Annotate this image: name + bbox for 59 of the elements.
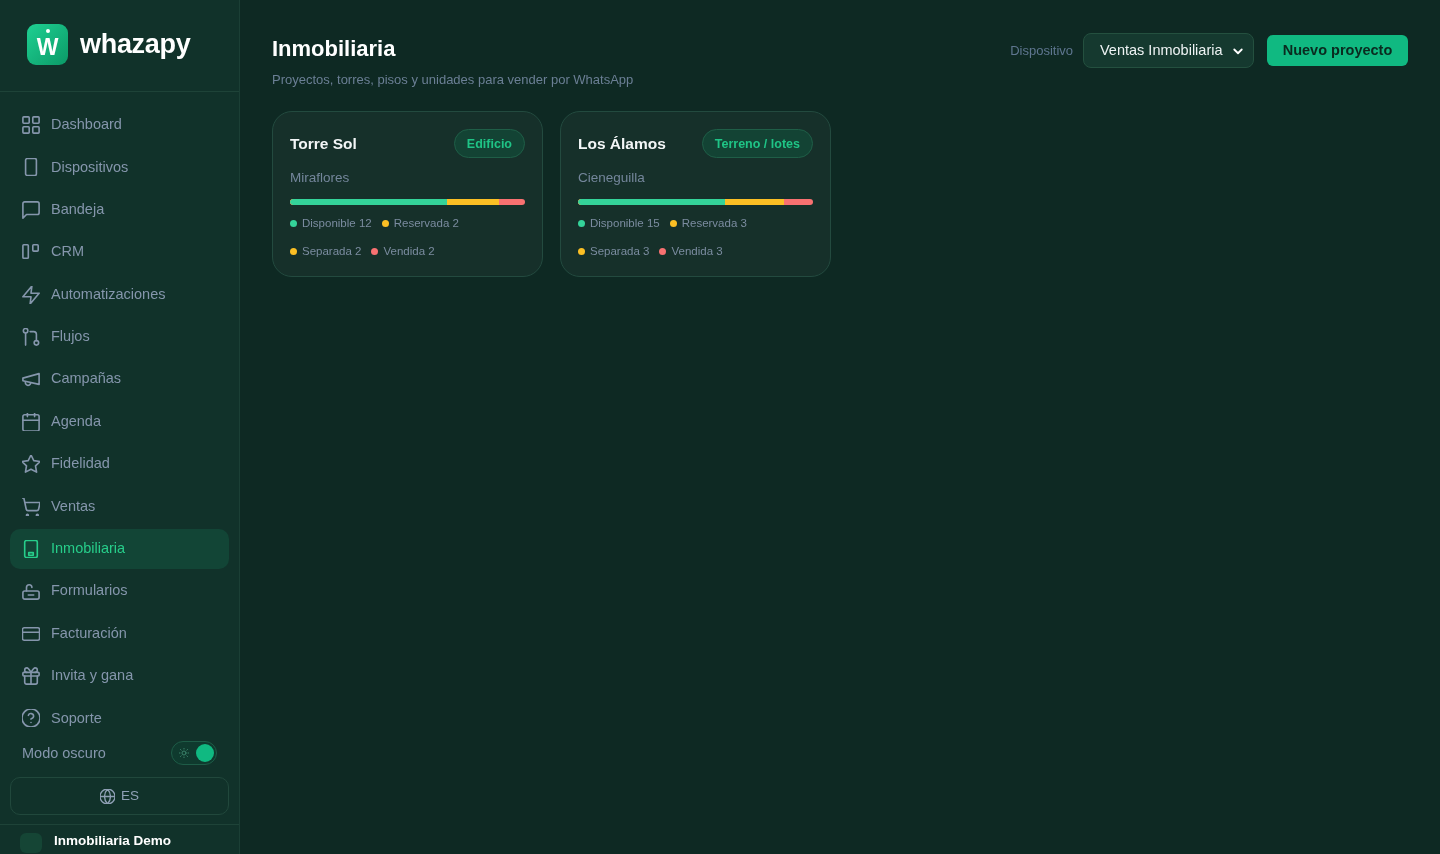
chat-icon xyxy=(22,200,40,219)
project-title: Torre Sol xyxy=(290,134,357,155)
legend-label: Separada 3 xyxy=(590,244,650,260)
sidebar-item[interactable]: Ventas xyxy=(10,486,229,527)
lightning-icon xyxy=(22,285,40,304)
help-icon xyxy=(22,709,40,728)
type-tag: Edificio xyxy=(453,129,525,159)
sidebar-item[interactable]: Dashboard xyxy=(10,105,229,145)
sidebar-item[interactable]: Inmobiliaria xyxy=(10,528,229,569)
legend-label: Separada 2 xyxy=(302,244,362,260)
megaphone-icon xyxy=(22,370,40,389)
sidebar-item[interactable]: Automatizaciones xyxy=(10,274,229,315)
dark-mode-label: Modo oscuro xyxy=(22,744,106,763)
sidebar-item[interactable]: Agenda xyxy=(10,401,229,442)
new-project-button[interactable]: Nuevo proyecto xyxy=(1267,35,1408,66)
sidebar-item[interactable]: Facturación xyxy=(10,613,229,654)
sidebar-item[interactable]: Formularios xyxy=(10,571,229,612)
legend-label: Reservada 2 xyxy=(393,216,459,232)
legend-label: Vendida 2 xyxy=(383,244,435,260)
sidebar-item[interactable]: Fidelidad xyxy=(10,444,229,485)
legend-label: Disponible 15 xyxy=(590,216,660,232)
sun-icon xyxy=(179,748,189,759)
branch-icon xyxy=(22,327,40,346)
type-tag: Terreno / lotes xyxy=(701,129,813,159)
sidebar-item[interactable]: Bandeja xyxy=(10,189,229,230)
page-subtitle: Proyectos, torres, pisos y unidades para vender por WhatsApp xyxy=(272,71,634,90)
lock-icon xyxy=(22,582,40,601)
phone-icon xyxy=(22,158,40,177)
grid-icon xyxy=(22,116,40,134)
logo-mark: W xyxy=(27,24,68,65)
project-title: Los Álamos xyxy=(578,134,666,155)
sidebar-item[interactable]: Dispositivos xyxy=(10,147,229,188)
location-text: Miraflores xyxy=(290,170,351,187)
brand-name: whazapy xyxy=(80,29,191,60)
legend-label: Vendida 3 xyxy=(671,244,723,260)
tablet-icon xyxy=(22,539,40,558)
globe-icon xyxy=(100,788,115,804)
account-name: Inmobiliaria Demo xyxy=(54,833,172,850)
project-card[interactable]: Los Álamos Terreno / lotes Cieneguilla Disponible 15 Reservada 3 Separada 3 Vendida 3 xyxy=(560,111,831,278)
sidebar-item[interactable]: Soporte xyxy=(10,698,229,739)
cart-icon xyxy=(22,497,40,516)
gift-icon xyxy=(22,667,40,686)
page-title: Inmobiliaria xyxy=(272,36,397,63)
device-select[interactable]: Ventas Inmobiliaria xyxy=(1083,33,1254,68)
language-button[interactable]: ES xyxy=(10,777,229,816)
device-label: Dispositivo xyxy=(1010,41,1073,60)
toggle-switch[interactable] xyxy=(171,741,217,766)
sidebar-item[interactable]: Campañas xyxy=(10,359,229,400)
calendar-icon xyxy=(22,412,40,431)
project-card[interactable]: Torre Sol Edificio Miraflores Disponible 12 Reservada 2 Separada 2 Vendida 2 xyxy=(272,111,543,278)
legend-label: Disponible 12 xyxy=(302,216,372,232)
credit-card-icon xyxy=(22,624,40,643)
legend-label: Reservada 3 xyxy=(681,216,747,232)
star-icon xyxy=(22,455,40,474)
sidebar-item[interactable]: CRM xyxy=(10,232,229,273)
location-text: Cieneguilla xyxy=(578,170,646,187)
sidebar-item[interactable]: Invita y gana xyxy=(10,656,229,697)
columns-icon xyxy=(22,243,40,262)
sidebar-item[interactable]: Flujos xyxy=(10,316,229,357)
